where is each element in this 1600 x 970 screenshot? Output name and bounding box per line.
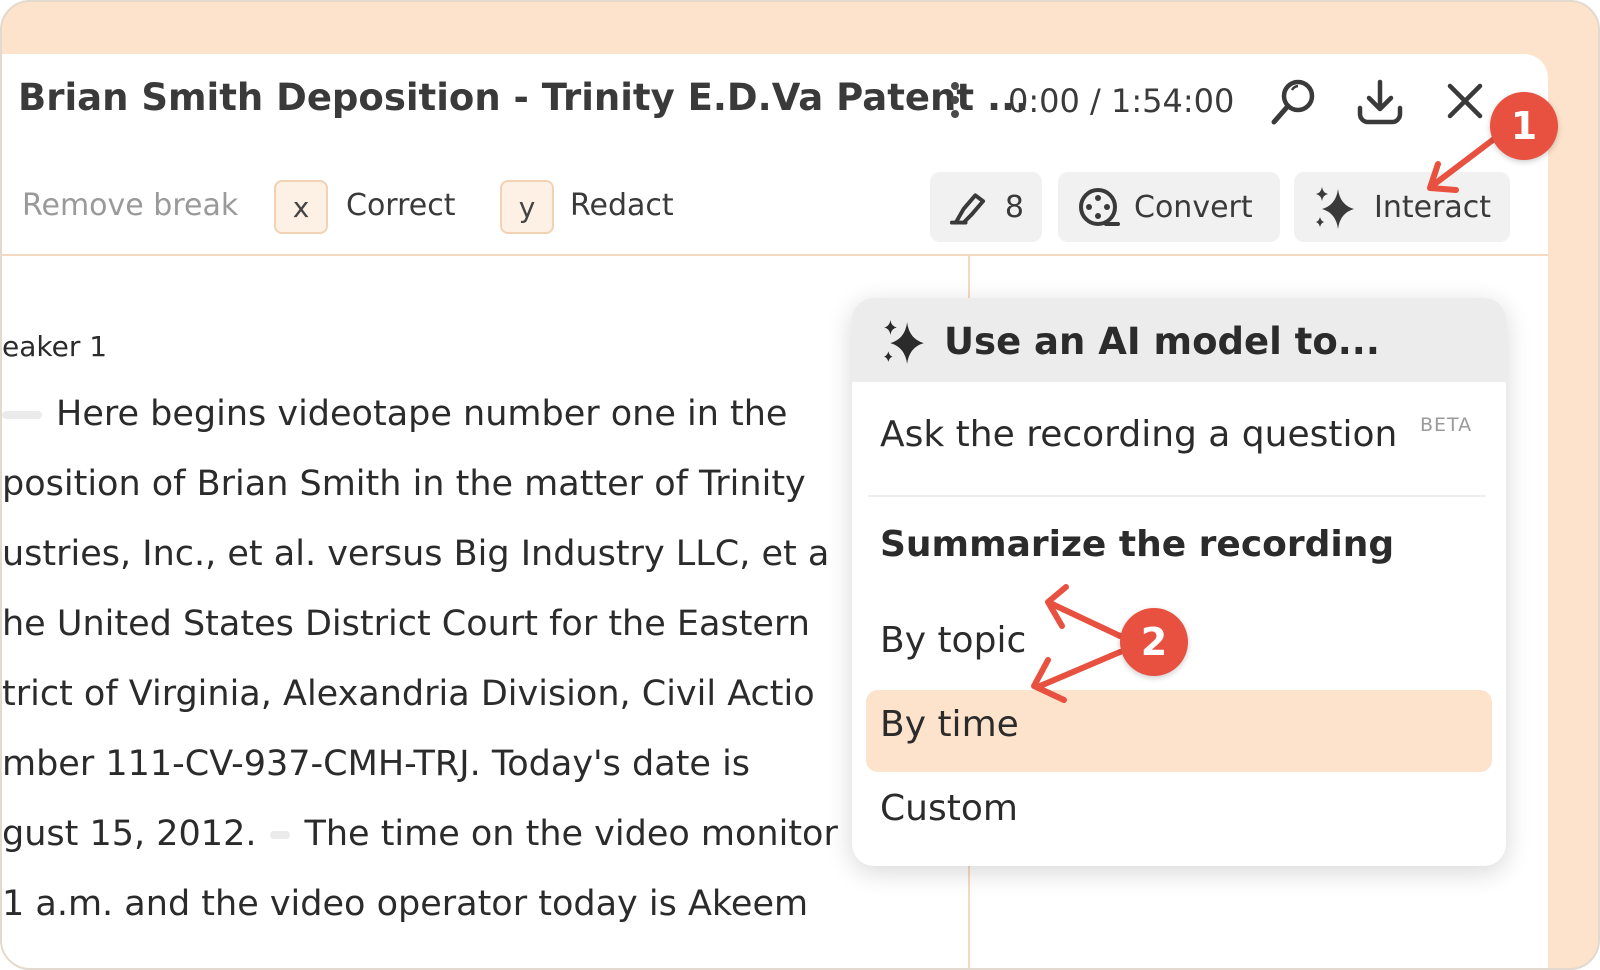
title-bar: Brian Smith Deposition - Trinity E.D.Va … xyxy=(2,54,1548,154)
beta-badge: BETA xyxy=(1420,414,1473,436)
film-reel-icon xyxy=(1079,188,1120,226)
pause-marker[interactable] xyxy=(270,831,291,839)
menu-header-label: Use an AI model to... xyxy=(944,320,1380,363)
correct-button[interactable]: Correct xyxy=(346,188,456,223)
menu-item-by-time[interactable]: By time xyxy=(880,704,1019,745)
menu-item-custom[interactable]: Custom xyxy=(880,788,1018,829)
redact-shortcut-key: y xyxy=(500,180,554,234)
step-1-badge: 1 xyxy=(1490,92,1558,160)
transcript-line[interactable]: 1 a.m. and the video operator today is A… xyxy=(2,884,808,924)
menu-section-summarize: Summarize the recording xyxy=(880,524,1395,565)
transcript-line[interactable]: Here begins videotape number one in the xyxy=(2,394,787,434)
more-vertical-icon[interactable] xyxy=(948,82,962,126)
menu-item-ask-question[interactable]: Ask the recording a question xyxy=(880,414,1397,455)
transcript-line[interactable]: he United States District Court for the … xyxy=(2,604,810,644)
correct-shortcut-key: x xyxy=(274,180,328,234)
transcript-line[interactable]: ustries, Inc., et al. versus Big Industr… xyxy=(2,534,829,574)
transcript-editor-window: Brian Smith Deposition - Trinity E.D.Va … xyxy=(2,54,1548,968)
speaker-label: eaker 1 xyxy=(2,330,108,363)
transcript-line[interactable]: gust 15, 2012. The time on the video moni… xyxy=(2,814,877,854)
pause-marker[interactable] xyxy=(2,411,42,419)
step-2-badge: 2 xyxy=(1120,608,1188,676)
editor-toolbar: Remove break x Correct y Redact 8 Conver… xyxy=(2,164,1548,254)
transcript-line[interactable]: mber 111-CV-937-CMH-TRJ. Today's date is xyxy=(2,744,750,784)
interact-dropdown-menu: Use an AI model to... Ask the recording … xyxy=(852,298,1506,866)
convert-button[interactable]: Convert xyxy=(1058,172,1280,242)
highlight-button[interactable]: 8 xyxy=(930,172,1042,242)
transcript-line[interactable]: position of Brian Smith in the matter of… xyxy=(2,464,806,504)
remove-break-button[interactable]: Remove break xyxy=(22,188,238,223)
transcript-body: Here begins videotape number one in the … xyxy=(2,394,882,968)
interact-label: Interact xyxy=(1374,189,1492,225)
menu-divider xyxy=(868,495,1486,497)
download-icon[interactable] xyxy=(1354,76,1406,128)
menu-item-by-topic[interactable]: By topic xyxy=(880,620,1026,661)
highlighter-icon xyxy=(949,193,986,225)
convert-label: Convert xyxy=(1134,189,1253,225)
close-icon[interactable] xyxy=(1440,76,1492,128)
search-icon[interactable] xyxy=(1268,76,1320,128)
redact-button[interactable]: Redact xyxy=(570,188,674,223)
screenshot-frame: Brian Smith Deposition - Trinity E.D.Va … xyxy=(0,0,1600,970)
interact-button[interactable]: Interact xyxy=(1294,172,1510,242)
sparkles-icon xyxy=(1316,187,1354,229)
recording-title: Brian Smith Deposition - Trinity E.D.Va … xyxy=(18,76,1030,119)
menu-header: Use an AI model to... xyxy=(852,298,1506,382)
transcript-line[interactable]: trict of Virginia, Alexandria Division, … xyxy=(2,674,815,714)
sparkles-icon xyxy=(884,320,924,364)
highlight-count: 8 xyxy=(1004,189,1024,225)
toolbar-divider xyxy=(2,254,1548,256)
playback-time: 0:00 / 1:54:00 xyxy=(1008,82,1235,120)
